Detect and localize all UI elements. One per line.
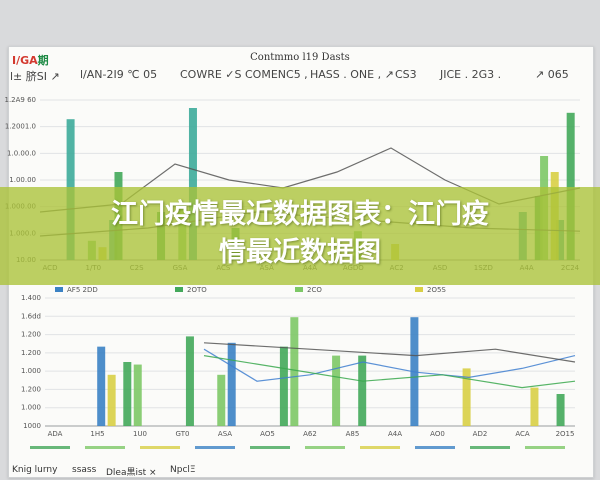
footer-segment: Dlea黒ist × [106, 468, 157, 478]
bar [185, 336, 194, 426]
legend-strip [415, 446, 455, 449]
y-tick-label: 1.000 [21, 367, 41, 375]
y-tick-label: 1.6dd [21, 312, 41, 320]
y-tick-label: 1000 [23, 422, 41, 430]
headline-line-1: 江门疫情最近数据图表：江门疫 [111, 199, 489, 230]
bar [530, 387, 539, 426]
bar [133, 364, 142, 426]
legend-strip [140, 446, 180, 449]
legend-swatch [55, 287, 63, 292]
bar [556, 394, 565, 426]
bar [123, 362, 132, 426]
x-tick-label: 1U0 [133, 430, 147, 438]
bar [107, 374, 116, 426]
x-tick-label: 1H5 [90, 430, 104, 438]
legend-strip [360, 446, 400, 449]
legend-swatch [175, 287, 183, 292]
headline-line-2: 情最近数据图 [219, 237, 381, 268]
legend-strip [30, 446, 70, 449]
y-tick-label: 1.200 [21, 331, 41, 339]
footer-segment: ssass [72, 465, 97, 475]
legend-label: 2CO [307, 286, 322, 294]
x-tick-label: AD2 [473, 430, 488, 438]
legend-strip [305, 446, 345, 449]
y-tick-label: 1.200 [21, 385, 41, 393]
bar [279, 346, 288, 426]
legend-strip [195, 446, 235, 449]
legend-swatch [415, 287, 423, 292]
y-tick-label: 1.400 [21, 294, 41, 302]
legend-swatch [295, 287, 303, 292]
legend-strip [470, 446, 510, 449]
y-tick-label: 1.00.00 [9, 176, 36, 184]
x-tick-label: A62 [303, 430, 317, 438]
y-tick-label: 1.2A9 60 [4, 96, 36, 104]
x-tick-label: AO0 [430, 430, 445, 438]
y-tick-label: 1.2001.0 [5, 123, 36, 131]
footer-legend: Knig lurny ssass Dlea黒ist × NpclΞ [10, 465, 590, 479]
x-tick-label: GT0 [176, 430, 190, 438]
y-tick-label: 1.200 [21, 349, 41, 357]
x-tick-label: A4A [388, 430, 402, 438]
x-tick-label: A85 [346, 430, 360, 438]
y-tick-label: 1.0.00.0 [7, 149, 36, 157]
y-tick-label: 1.000 [21, 404, 41, 412]
legend-strip [250, 446, 290, 449]
x-tick-label: ACA [515, 430, 530, 438]
x-tick-label: 2O15 [556, 430, 575, 438]
bar [217, 374, 226, 426]
bar [358, 355, 367, 426]
bar [97, 346, 106, 426]
bar [227, 342, 236, 426]
headline: 江门疫情最近数据图表：江门疫 情最近数据图 [30, 196, 570, 272]
legend-label: AF5 2DD [67, 286, 98, 294]
x-tick-label: ADA [48, 430, 63, 438]
bar [290, 317, 299, 426]
x-tick-label: AO5 [260, 430, 275, 438]
footer-segment: NpclΞ [170, 465, 196, 475]
legend-label: 2O5S [427, 286, 446, 294]
legend-strip [85, 446, 125, 449]
legend-label: 2OTO [187, 286, 207, 294]
legend-strip [525, 446, 565, 449]
bar [332, 355, 341, 426]
footer-segment: Knig lurny [12, 465, 58, 475]
x-tick-label: ASA [218, 430, 232, 438]
